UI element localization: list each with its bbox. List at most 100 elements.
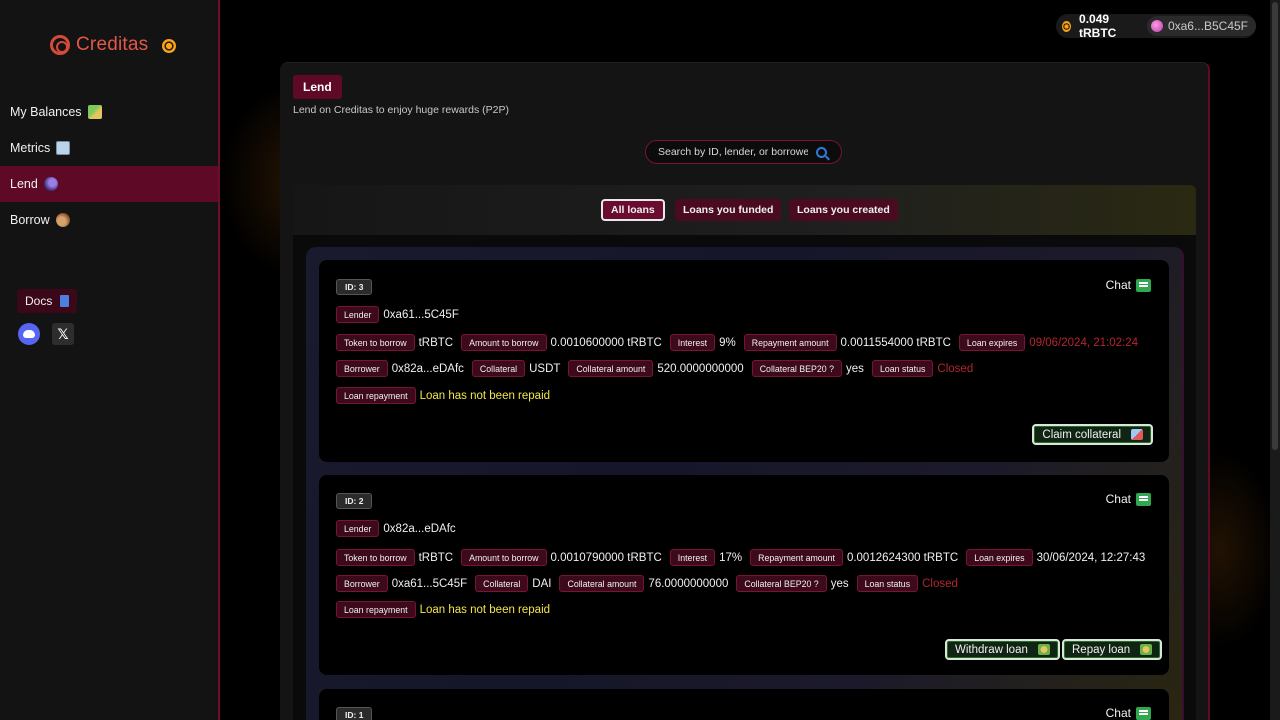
avatar (1150, 20, 1163, 32)
sidebar-item-label: Metrics (10, 141, 51, 155)
lender-value: 0xa61...5C45F (383, 308, 459, 321)
discord-icon[interactable] (18, 323, 40, 345)
collateral-amount-label: Collateral amount (559, 575, 645, 592)
sidebar-item-label: Lend (10, 177, 38, 191)
loan-status-label: Loan status (871, 360, 934, 377)
search-icon[interactable] (816, 146, 827, 158)
repayment-row: Loan repayment Loan has not been repaid (336, 601, 558, 618)
loan-card: ID: 3 Chat Lender 0xa61...5C45F Token to… (319, 260, 1169, 462)
tab-loans-you-created[interactable]: Loans you created (789, 199, 898, 221)
money-bag-icon (87, 105, 102, 119)
rbtc-token-icon (1062, 20, 1072, 32)
loan-repayment-label: Loan repayment (336, 387, 416, 404)
withdraw-loan-label: Withdraw loan (955, 643, 1028, 656)
tab-all-loans[interactable]: All loans (601, 199, 665, 221)
sidebar-item-metrics[interactable]: Metrics (0, 130, 218, 166)
sidebar-item-label: My Balances (10, 105, 82, 119)
docs-label: Docs (25, 294, 53, 308)
amount-to-borrow-label: Amount to borrow (461, 549, 547, 566)
collateral-bep20-label: Collateral BEP20 ? (736, 575, 827, 592)
borrower-value: 0xa61...5C45F (391, 577, 468, 590)
chat-icon (1136, 706, 1151, 720)
amount-to-borrow-value: 0.0010600000 tRBTC (550, 336, 662, 349)
chat-label: Chat (1105, 492, 1131, 506)
chat-icon (1136, 492, 1151, 506)
repayment-amount-value: 0.0012624300 tRBTC (846, 551, 959, 564)
loan-details-row: Token to borrow tRBTC Amount to borrow 0… (336, 334, 1146, 351)
wallet-balance: 0.049 tRBTC (1079, 12, 1117, 40)
repay-loan-label: Repay loan (1072, 643, 1131, 656)
sidebar-item-my-balances[interactable]: My Balances (0, 94, 218, 130)
chat-button[interactable]: Chat (1106, 278, 1151, 292)
claim-icon (1131, 429, 1143, 440)
chat-icon (1136, 278, 1151, 292)
collateral-bep20-value: yes (846, 362, 864, 375)
loan-details-row: Token to borrow tRBTC Amount to borrow 0… (336, 549, 1153, 566)
collateral-label: Collateral (471, 360, 526, 377)
x-twitter-icon[interactable]: 𝕏 (52, 323, 74, 345)
collateral-amount-value: 76.0000000000 (648, 577, 729, 590)
interest-label: Interest (669, 334, 716, 351)
loan-id-badge: ID: 1 (336, 707, 373, 720)
wallet-address: 0xa6...B5C45F (1167, 19, 1248, 33)
interest-label: Interest (669, 549, 716, 566)
sidebar-item-lend[interactable]: Lend (0, 166, 218, 202)
interest-value: 17% (719, 551, 743, 564)
chat-label: Chat (1105, 278, 1131, 292)
loan-expires-label: Loan expires (966, 549, 1033, 566)
loan-repayment-label: Loan repayment (336, 601, 416, 618)
collateral-amount-label: Collateral amount (568, 360, 654, 377)
amount-to-borrow-value: 0.0010790000 tRBTC (550, 551, 662, 564)
chat-button[interactable]: Chat (1106, 706, 1151, 720)
loan-repayment-value: Loan has not been repaid (419, 389, 551, 402)
search-bar[interactable] (645, 140, 842, 164)
chat-button[interactable]: Chat (1106, 492, 1151, 506)
amount-to-borrow-label: Amount to borrow (461, 334, 547, 351)
borrower-value: 0x82a...eDAfc (391, 362, 464, 375)
brand-name: Creditas (76, 34, 149, 55)
token-to-borrow-value: tRBTC (418, 551, 454, 564)
claim-collateral-button[interactable]: Claim collateral (1032, 424, 1153, 445)
scrollbar-thumb[interactable] (1272, 2, 1278, 450)
sidebar-item-borrow[interactable]: Borrow (0, 202, 218, 238)
repayment-amount-label: Repayment amount (743, 334, 837, 351)
collateral-bep20-label: Collateral BEP20 ? (751, 360, 843, 377)
loan-expires-value: 30/06/2024, 12:27:43 (1036, 551, 1146, 564)
collateral-row: Borrower 0x82a...eDAfc Collateral USDT C… (336, 360, 981, 377)
loan-expires-label: Loan expires (958, 334, 1026, 351)
interest-value: 9% (719, 336, 736, 349)
wallet-widget[interactable]: 0.049 tRBTC 0xa6...B5C45F (1056, 12, 1256, 40)
collateral-bep20-value: yes (830, 577, 849, 590)
lender-label: Lender (336, 306, 380, 323)
page-title: Lend (293, 75, 342, 99)
repay-loan-button[interactable]: Repay loan (1062, 639, 1163, 660)
lender-value: 0x82a...eDAfc (383, 522, 456, 535)
money-icon (1140, 644, 1153, 655)
loan-card: ID: 1 Chat (319, 689, 1169, 720)
docs-button[interactable]: Docs (17, 289, 78, 313)
money-icon (1037, 644, 1050, 655)
loan-card: ID: 2 Chat Lender 0x82a...eDAfc Token to… (319, 475, 1169, 675)
wallet-address-pill[interactable]: 0xa6...B5C45F (1146, 16, 1256, 36)
borrow-icon (55, 213, 70, 227)
brand[interactable]: Creditas (50, 34, 148, 56)
collateral-value: USDT (529, 362, 561, 375)
token-to-borrow-label: Token to borrow (336, 549, 415, 566)
loan-status-value: Closed (922, 577, 958, 590)
lender-row: Lender 0xa61...5C45F (336, 306, 467, 323)
loan-expires-value: 09/06/2024, 21:02:24 (1029, 336, 1139, 349)
collateral-value: DAI (532, 577, 552, 590)
collateral-row: Borrower 0xa61...5C45F Collateral DAI Co… (336, 575, 966, 592)
token-to-borrow-value: tRBTC (418, 336, 454, 349)
tab-loans-you-funded[interactable]: Loans you funded (675, 199, 782, 221)
search-input[interactable] (658, 146, 808, 158)
borrower-label: Borrower (336, 360, 388, 377)
borrower-label: Borrower (336, 575, 388, 592)
repayment-amount-label: Repayment amount (750, 549, 843, 566)
token-to-borrow-label: Token to borrow (336, 334, 415, 351)
repayment-row: Loan repayment Loan has not been repaid (336, 387, 558, 404)
withdraw-loan-button[interactable]: Withdraw loan (945, 639, 1060, 660)
lend-icon (43, 177, 58, 191)
chart-icon (56, 141, 71, 155)
loan-repayment-value: Loan has not been repaid (419, 603, 551, 616)
